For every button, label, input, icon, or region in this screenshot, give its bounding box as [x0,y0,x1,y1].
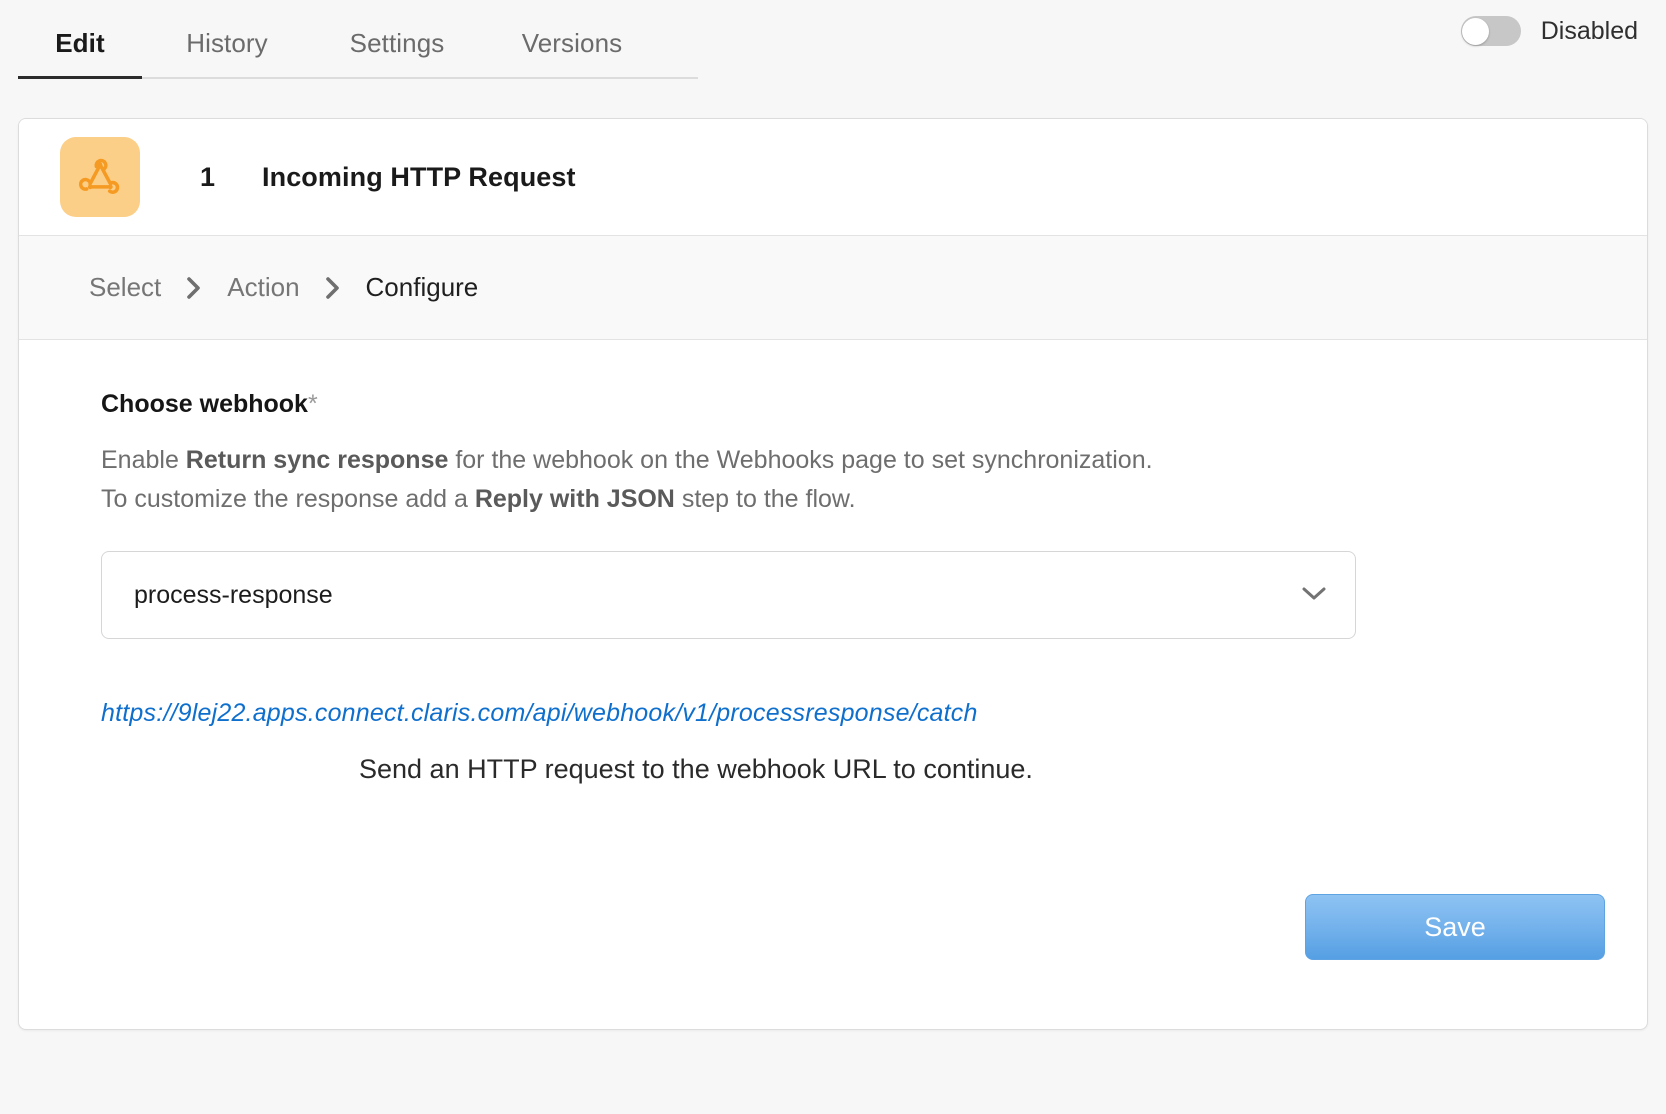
breadcrumb-item-configure: Configure [365,272,479,302]
breadcrumb-item-action[interactable]: Action [227,272,299,303]
desc-line2-strong: Reply with JSON [474,485,675,513]
webhook-hint-text: Send an HTTP request to the webhook URL … [359,754,1033,784]
desc-line1-strong: Return sync response [185,446,449,474]
tab-settings[interactable]: Settings [312,28,482,77]
enable-toggle-group: Disabled [1460,16,1638,46]
webhook-select-value: process-response [134,580,333,609]
top-tab-bar: Edit History Settings Versions Disabled [0,0,1666,85]
step-title: Incoming HTTP Request [262,161,576,192]
webhook-select[interactable]: process-response [101,551,1356,639]
desc-line1-part1: Enable [101,446,186,474]
chevron-right-icon [185,275,203,301]
enable-toggle[interactable] [1460,16,1521,46]
breadcrumb-item-select[interactable]: Select [89,272,161,303]
tab-versions-label: Versions [521,28,623,58]
chevron-right-icon-2 [324,275,342,301]
tab-history-label: History [186,28,268,58]
step-body: Choose webhook* Enable Return sync respo… [19,340,1647,1028]
toggle-knob [1462,17,1490,45]
desc-line2-part3: step to the flow. [674,485,856,513]
step-card: 1 Incoming HTTP Request Select Action Co… [18,118,1648,1030]
choose-webhook-label: Choose webhook* [101,390,1647,419]
tab-list: Edit History Settings Versions [18,14,698,79]
toggle-state-label: Disabled [1540,16,1638,45]
save-button-label: Save [1424,911,1486,942]
choose-webhook-label-text: Choose webhook [101,390,308,418]
breadcrumb: Select Action Configure [19,236,1647,340]
tab-edit-label: Edit [55,28,105,58]
desc-line2-part1: To customize the response add a [101,485,475,513]
desc-line1-part3: for the webhook on the Webhooks page to … [448,446,1153,474]
save-button[interactable]: Save [1305,894,1605,960]
tab-versions[interactable]: Versions [482,28,662,77]
webhook-description: Enable Return sync response for the webh… [101,441,1647,519]
tab-edit[interactable]: Edit [18,28,142,79]
app-root: Edit History Settings Versions Disabled [0,0,1666,1114]
step-number: 1 [200,161,216,192]
webhook-icon [60,137,140,217]
webhook-url-link[interactable]: https://9lej22.apps.connect.claris.com/a… [101,699,1647,728]
required-asterisk: * [307,390,318,418]
tab-history[interactable]: History [142,28,312,77]
step-header: 1 Incoming HTTP Request [19,119,1647,236]
tab-settings-label: Settings [349,28,445,58]
chevron-down-icon[interactable] [1299,583,1329,608]
